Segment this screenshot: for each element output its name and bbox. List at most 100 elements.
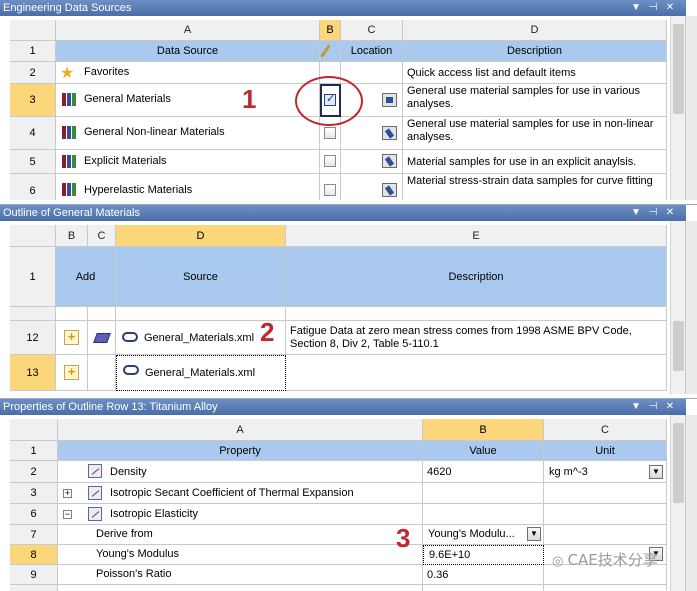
location-header[interactable]: Location <box>341 41 403 62</box>
library-icon <box>62 183 76 196</box>
value-header[interactable]: Value <box>423 441 544 461</box>
location-cell <box>341 174 403 200</box>
unit-cell[interactable] <box>544 483 667 504</box>
close-icon[interactable]: ✕ <box>664 0 676 16</box>
property-cell[interactable]: Poisson's Ratio <box>58 565 423 585</box>
vertical-scrollbar[interactable] <box>670 415 685 591</box>
row-number-partial <box>10 307 56 321</box>
library-icon <box>62 155 76 168</box>
edit-location-icon[interactable] <box>382 183 397 197</box>
unit-header[interactable]: Unit <box>544 441 667 461</box>
chevron-down-icon[interactable]: ▼ <box>649 465 663 479</box>
add-icon[interactable]: + <box>64 365 79 380</box>
row-number: 2 <box>10 62 56 84</box>
value-cell[interactable]: 4620 <box>423 461 544 483</box>
chevron-down-icon[interactable]: ▼ <box>527 527 541 541</box>
scrollbar-thumb[interactable] <box>673 24 684 114</box>
edit-location-icon[interactable] <box>382 126 397 140</box>
side-strip <box>685 16 697 200</box>
edit-checkbox[interactable] <box>324 127 336 139</box>
source-cell[interactable]: General_Materials.xml <box>116 355 286 391</box>
corner-cell <box>10 20 56 41</box>
col-header-d[interactable]: D <box>403 20 667 41</box>
close-icon[interactable]: ✕ <box>664 399 676 415</box>
unit-cell[interactable] <box>544 504 667 525</box>
dropdown-arrow-icon[interactable]: ▼ <box>630 399 642 415</box>
description-header[interactable]: Description <box>286 247 667 307</box>
row-number-partial <box>10 585 58 591</box>
description-header[interactable]: Description <box>403 41 667 62</box>
dropdown-arrow-icon[interactable]: ▼ <box>630 0 642 16</box>
property-cell-partial <box>58 585 423 591</box>
edit-location-icon[interactable] <box>382 154 397 168</box>
unit-cell[interactable]: kg m^-3 ▼ <box>544 461 667 483</box>
add-cell-partial <box>56 307 88 321</box>
panel-title: Outline of General Materials <box>3 207 140 219</box>
add-icon[interactable]: + <box>64 330 79 345</box>
annotation-circle <box>295 76 363 126</box>
row-number: 7 <box>10 525 58 545</box>
col-header-c[interactable]: C <box>544 419 667 441</box>
pin-icon[interactable]: ⊣ <box>647 0 659 16</box>
value-cell[interactable]: Young's Modulu... ▼ <box>423 525 544 545</box>
col-header-d[interactable]: D <box>116 225 286 247</box>
unit-cell[interactable] <box>544 525 667 545</box>
add-header[interactable]: Add <box>56 247 116 307</box>
property-cell[interactable]: Young's Modulus <box>58 545 423 565</box>
edit-checkbox[interactable] <box>324 155 336 167</box>
edit-column-header[interactable] <box>320 41 341 62</box>
pin-icon[interactable]: ⊣ <box>647 399 659 415</box>
property-cell[interactable]: + Isotropic Secant Coefficient of Therma… <box>58 483 423 504</box>
save-icon[interactable] <box>382 93 397 107</box>
close-icon[interactable]: ✕ <box>664 205 676 221</box>
unit-value: kg m^-3 <box>549 466 588 478</box>
col-header-c[interactable]: C <box>341 20 403 41</box>
row-number: 13 <box>10 355 56 391</box>
property-cell[interactable]: − Isotropic Elasticity <box>58 504 423 525</box>
value-cell[interactable]: 9.6E+10 <box>423 545 544 565</box>
col-header-a[interactable]: A <box>58 419 423 441</box>
data-source-name: Explicit Materials <box>84 155 167 167</box>
value-cell[interactable] <box>423 504 544 525</box>
col-header-b[interactable]: B <box>423 419 544 441</box>
watermark: ◎ CAE技术分享 <box>552 549 658 570</box>
data-source-header[interactable]: Data Source <box>56 41 320 62</box>
col-header-c[interactable]: C <box>88 225 116 247</box>
pin-icon[interactable]: ⊣ <box>647 205 659 221</box>
value-cell[interactable] <box>423 483 544 504</box>
data-source-name: General Non-linear Materials <box>84 126 225 138</box>
property-cell[interactable]: Density <box>58 461 423 483</box>
value-cell[interactable]: 0.36 <box>423 565 544 585</box>
dropdown-arrow-icon[interactable]: ▼ <box>630 205 642 221</box>
data-source-cell[interactable]: Explicit Materials <box>56 150 320 174</box>
value-text: Young's Modulu... <box>428 528 515 540</box>
data-source-cell[interactable]: General Materials <box>56 84 320 117</box>
vertical-scrollbar[interactable] <box>670 221 685 394</box>
scrollbar-thumb[interactable] <box>673 423 684 503</box>
col-header-b[interactable]: B <box>56 225 88 247</box>
source-header[interactable]: Source <box>116 247 286 307</box>
edit-checkbox[interactable] <box>324 184 336 196</box>
expand-icon[interactable]: + <box>63 489 72 498</box>
panel-title: Engineering Data Sources <box>3 2 132 14</box>
description-cell: Quick access list and default items <box>403 62 667 84</box>
col-header-b[interactable]: B <box>320 20 341 41</box>
library-icon <box>62 126 76 139</box>
data-source-cell[interactable]: Hyperelastic Materials <box>56 174 320 200</box>
wechat-icon: ◎ <box>552 554 568 569</box>
property-header[interactable]: Property <box>58 441 423 461</box>
col-header-e[interactable]: E <box>286 225 667 247</box>
data-source-cell[interactable]: ★ Favorites <box>56 62 320 84</box>
corner-cell <box>10 419 58 441</box>
col-header-a[interactable]: A <box>56 20 320 41</box>
panel-title-bar: Outline of General Materials ▼ ⊣ ✕ <box>0 205 686 221</box>
row-number: 6 <box>10 174 56 200</box>
data-source-cell[interactable]: General Non-linear Materials <box>56 117 320 150</box>
collapse-icon[interactable]: − <box>63 510 72 519</box>
property-cell[interactable]: Derive from <box>58 525 423 545</box>
vertical-scrollbar[interactable] <box>670 16 685 200</box>
data-source-name: Hyperelastic Materials <box>84 184 193 196</box>
description-cell: Material samples for use in an explicit … <box>403 150 667 174</box>
row-number: 6 <box>10 504 58 525</box>
scrollbar-thumb[interactable] <box>673 321 684 371</box>
